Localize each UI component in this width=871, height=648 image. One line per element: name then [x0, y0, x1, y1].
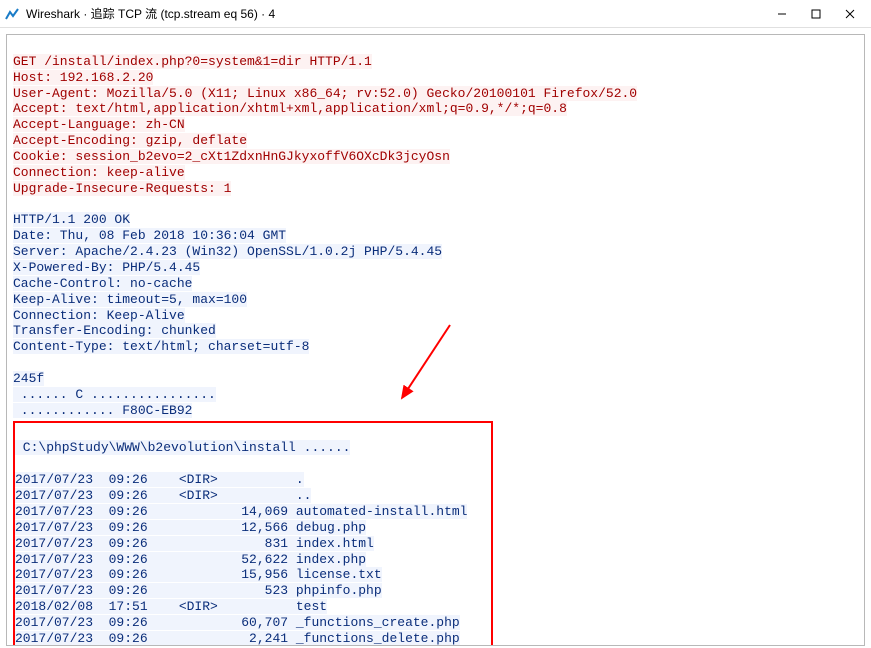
wireshark-icon	[4, 6, 20, 22]
dir-output: C:\phpStudy\WWW\b2evolution\install ....…	[15, 440, 491, 646]
window-title: Wireshark · 追踪 TCP 流 (tcp.stream eq 56) …	[26, 5, 765, 22]
request-block: GET /install/index.php?0=system&1=dir HT…	[13, 54, 637, 196]
close-button[interactable]	[833, 3, 867, 25]
highlight-box: C:\phpStudy\WWW\b2evolution\install ....…	[13, 421, 493, 646]
titlebar: Wireshark · 追踪 TCP 流 (tcp.stream eq 56) …	[0, 0, 871, 28]
stream-content[interactable]: GET /install/index.php?0=system&1=dir HT…	[6, 34, 865, 646]
minimize-button[interactable]	[765, 3, 799, 25]
response-headers: HTTP/1.1 200 OK Date: Thu, 08 Feb 2018 1…	[13, 212, 442, 417]
window-controls	[765, 3, 867, 25]
maximize-button[interactable]	[799, 3, 833, 25]
